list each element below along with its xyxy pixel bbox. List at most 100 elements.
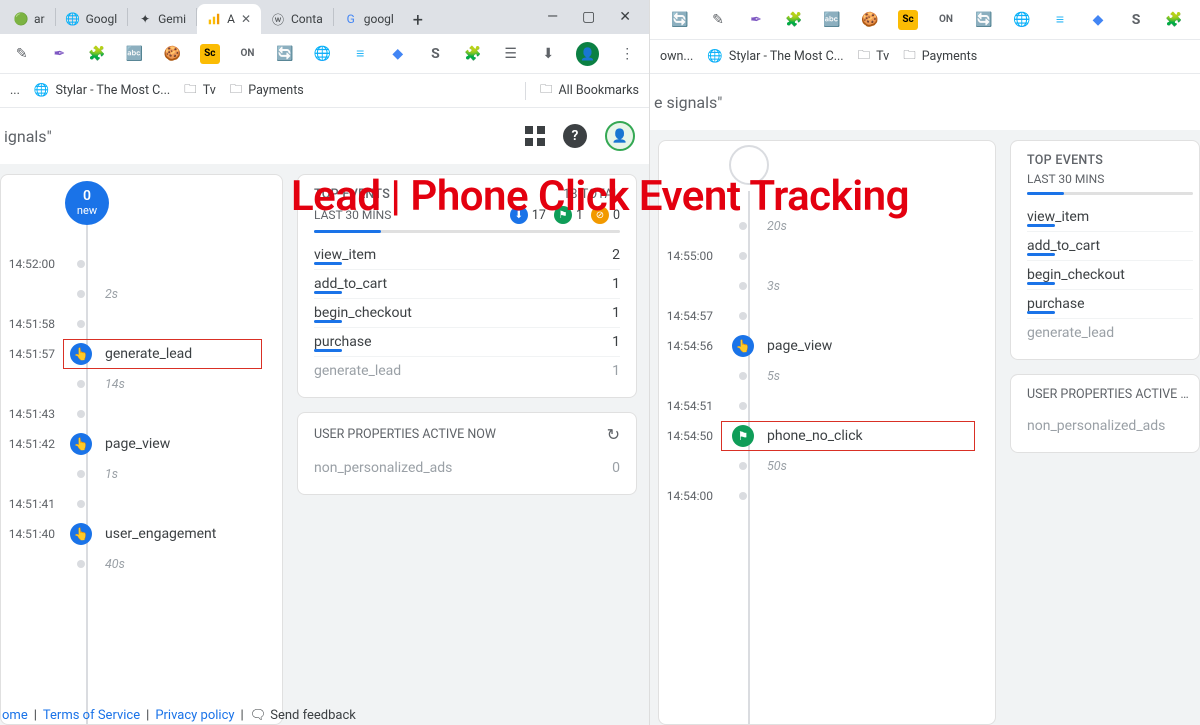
send-feedback-button[interactable]: 🗨 Send feedback <box>250 708 356 723</box>
top-event-row[interactable]: purchase <box>1027 290 1193 319</box>
footer-tos-link[interactable]: Terms of Service <box>43 708 140 723</box>
extension-icon[interactable]: ON <box>238 44 258 64</box>
window-minimize-button[interactable]: — <box>547 9 558 25</box>
extensions-menu-icon[interactable]: 🧩 <box>463 44 483 64</box>
extension-toolbar: ✎ ✒ 🧩 🔤 🍪 Sc ON 🔄 🌐 ≡ ◆ S 🧩 ☰ ⬇ 👤 ⋮ <box>0 34 649 74</box>
card-title: TOP EVENTS <box>1027 153 1103 168</box>
extension-icon[interactable]: ≡ <box>1050 10 1070 30</box>
history-icon[interactable]: ↻ <box>607 425 620 444</box>
timeline-gap: 3s <box>755 279 780 294</box>
new-tab-button[interactable]: + <box>404 6 432 34</box>
bookmark-folder[interactable]: 🗀Payments <box>903 46 977 67</box>
user-property-row[interactable]: non_personalized_ads0 <box>314 454 620 482</box>
property-name: non_personalized_ads <box>314 460 452 476</box>
bookmark-item[interactable]: ... <box>10 83 20 98</box>
extension-icon[interactable]: 🔤 <box>125 44 145 64</box>
top-event-row[interactable]: begin_checkout1 <box>314 299 620 328</box>
apps-grid-icon[interactable] <box>525 126 545 146</box>
touch-icon: 👆 <box>70 523 92 545</box>
tab-active[interactable]: A ✕ <box>197 4 261 34</box>
extension-icon[interactable]: ✎ <box>12 44 32 64</box>
window-close-button[interactable]: ✕ <box>619 9 631 25</box>
top-event-row[interactable]: add_to_cart <box>1027 232 1193 261</box>
top-event-row[interactable]: view_item2 <box>314 241 620 270</box>
bookmark-folder[interactable]: 🗀Tv <box>858 46 890 67</box>
tab[interactable]: ⓦConta <box>261 4 333 34</box>
user-property-row[interactable]: non_personalized_ads <box>1027 412 1197 440</box>
timeline-row: 2s <box>7 279 270 309</box>
extension-icon[interactable]: ✒ <box>50 44 70 64</box>
downloads-icon[interactable]: ⬇ <box>538 44 558 64</box>
event-name: add_to_cart <box>1027 238 1100 254</box>
reading-list-icon[interactable]: ☰ <box>501 44 521 64</box>
extension-icon[interactable]: Sc <box>898 10 918 30</box>
extension-icon[interactable]: ≡ <box>350 44 370 64</box>
extension-icon[interactable]: S <box>426 44 446 64</box>
footer-privacy-link[interactable]: Privacy policy <box>155 708 234 723</box>
tab[interactable]: 🟢ar <box>4 4 55 34</box>
extension-icon[interactable]: 🔤 <box>822 10 842 30</box>
timeline-row[interactable]: 14:51:40👆user_engagement <box>7 519 270 549</box>
event-value: 1 <box>612 305 620 321</box>
extension-icon[interactable]: 🌐 <box>1012 10 1032 30</box>
timeline-row: 40s <box>7 549 270 579</box>
account-avatar[interactable]: 👤 <box>605 121 635 151</box>
event-name: generate_lead <box>1027 325 1114 341</box>
tab[interactable]: Ggoogl <box>334 4 404 34</box>
extension-icon[interactable]: 🌐 <box>313 44 333 64</box>
all-bookmarks[interactable]: 🗀All Bookmarks <box>540 80 639 101</box>
event-name: view_item <box>1027 209 1089 225</box>
tab[interactable]: ✦Gemi <box>128 4 196 34</box>
bookmark-item[interactable]: 🌐Stylar - The Most C... <box>707 49 843 64</box>
timeline-tick <box>77 560 85 568</box>
card-title: USER PROPERTIES ACTIVE NO <box>1027 387 1197 402</box>
top-event-row[interactable]: purchase1 <box>314 328 620 357</box>
footer-home-link[interactable]: ome <box>2 708 28 723</box>
timeline-row[interactable]: 14:54:50⚑phone_no_click <box>665 421 983 451</box>
timeline-gap: 2s <box>93 287 118 302</box>
timeline-row[interactable]: 14:51:57👆generate_lead <box>7 339 270 369</box>
extension-icon[interactable]: ON <box>936 10 956 30</box>
tab[interactable]: 🌐Googl <box>56 4 128 34</box>
top-event-row[interactable]: begin_checkout <box>1027 261 1193 290</box>
timeline-row[interactable]: 14:54:56👆page_view <box>665 331 983 361</box>
extension-icon[interactable]: 🔄 <box>974 10 994 30</box>
extension-icon[interactable]: 🧩 <box>87 44 107 64</box>
timeline-tick <box>77 470 85 478</box>
chrome-menu-icon[interactable]: ⋮ <box>617 44 637 64</box>
extension-icon[interactable]: 🔄 <box>275 44 295 64</box>
bookmark-folder[interactable]: 🗀Tv <box>184 80 216 101</box>
extension-icon[interactable]: ✎ <box>708 10 728 30</box>
extension-icon[interactable]: 🔄 <box>670 10 690 30</box>
extension-icon[interactable]: ✒ <box>746 10 766 30</box>
touch-icon: 👆 <box>70 433 92 455</box>
extension-icon[interactable]: S <box>1126 10 1146 30</box>
extension-icon[interactable]: 🍪 <box>162 44 182 64</box>
close-tab-icon[interactable]: ✕ <box>241 12 251 26</box>
extension-icon[interactable]: Sc <box>200 44 220 64</box>
bookmark-folder[interactable]: 🗀Payments <box>230 80 304 101</box>
timeline-row[interactable]: 14:51:42👆page_view <box>7 429 270 459</box>
timeline-row: 14:54:51 <box>665 391 983 421</box>
window-maximize-button[interactable]: ▢ <box>582 9 595 25</box>
top-event-row[interactable]: add_to_cart1 <box>314 270 620 299</box>
top-event-row[interactable]: generate_lead <box>1027 319 1193 347</box>
extensions-menu-icon[interactable]: 🧩 <box>1164 10 1184 30</box>
timeline-tick <box>739 372 747 380</box>
timeline-row: 14:51:58 <box>7 309 270 339</box>
timeline-card: 0 new 14:52:00 2s14:51:58 14:51:57👆gener… <box>0 174 283 725</box>
bookmarks-bar: own... 🌐Stylar - The Most C... 🗀Tv 🗀Paym… <box>650 40 1200 74</box>
extension-icon[interactable]: ◆ <box>388 44 408 64</box>
bookmark-item[interactable]: 🌐Stylar - The Most C... <box>34 83 170 98</box>
top-event-row[interactable]: view_item <box>1027 203 1193 232</box>
help-icon[interactable]: ? <box>563 124 587 148</box>
timeline-new-badge[interactable]: 0 new <box>65 181 109 225</box>
timeline-time: 14:54:50 <box>665 429 721 443</box>
extension-icon[interactable]: ◆ <box>1088 10 1108 30</box>
timeline-tick <box>739 402 747 410</box>
profile-avatar[interactable]: 👤 <box>576 42 600 66</box>
extension-icon[interactable]: 🧩 <box>784 10 804 30</box>
top-event-row[interactable]: generate_lead1 <box>314 357 620 385</box>
bookmark-item[interactable]: own... <box>660 49 693 64</box>
extension-icon[interactable]: 🍪 <box>860 10 880 30</box>
